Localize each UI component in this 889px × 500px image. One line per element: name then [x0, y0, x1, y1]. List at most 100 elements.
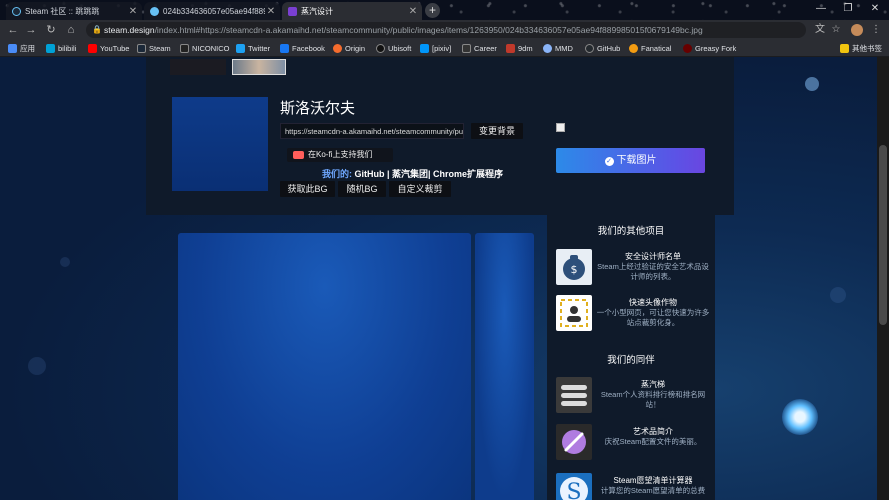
bookmark-twitter[interactable]: Twitter: [236, 42, 270, 55]
tab-title: 蒸汽设计: [301, 6, 333, 16]
reload-icon[interactable]: ↻: [44, 23, 58, 37]
ladder-icon: [556, 377, 592, 413]
wishlist-s-icon: S: [556, 473, 592, 500]
bookmark-label: 其他书签: [852, 44, 882, 53]
browser-tab-1[interactable]: Steam 社区 :: 跳跳跳 ✕: [6, 2, 142, 20]
project-name: 快速头像作物: [629, 298, 677, 307]
our-links-label: 我们的:: [322, 169, 352, 179]
close-tab-icon[interactable]: ✕: [265, 6, 277, 17]
close-tab-icon[interactable]: ✕: [407, 6, 419, 17]
profile-avatar-icon[interactable]: [851, 24, 863, 36]
random-bg-button[interactable]: 随机BG: [338, 181, 386, 197]
menu-dots-icon[interactable]: ⋮: [870, 24, 882, 36]
apps-grid-icon: [8, 44, 17, 53]
our-links-list[interactable]: GitHub | 蒸汽集团| Chrome扩展程序: [355, 169, 504, 179]
maximize-icon[interactable]: ❐: [835, 0, 861, 18]
bookmark-pixiv[interactable]: [pixiv]: [420, 42, 451, 55]
peer-steam-ladder[interactable]: 蒸汽梯 Steam个人资料排行榜和排名网站！: [556, 377, 712, 417]
bookmark-star-icon[interactable]: ☆: [830, 24, 842, 36]
niconico-icon: [180, 44, 189, 53]
bookmark-label: Greasy Fork: [695, 44, 737, 53]
facebook-icon: [280, 44, 289, 53]
steam-favicon-icon: [12, 6, 21, 16]
peer-wishlist-calculator[interactable]: S Steam愿望清单计算器 计算您的Steam愿望清单的总费: [556, 473, 712, 500]
custom-crop-button[interactable]: 自定义裁剪: [389, 181, 451, 197]
our-links: 我们的: GitHub | 蒸汽集团| Chrome扩展程序: [322, 167, 503, 180]
tab-strip: Steam 社区 :: 跳跳跳 ✕ 024b334636057e05ae94f8…: [0, 0, 889, 20]
bookmark-facebook[interactable]: Facebook: [280, 42, 325, 55]
background-bokeh: [28, 357, 46, 375]
bookmark-label: Origin: [345, 44, 366, 53]
scrollbar-thumb[interactable]: [879, 145, 887, 325]
twitter-icon: [236, 44, 245, 53]
forward-icon[interactable]: →: [24, 23, 38, 37]
peers-title: 我们的同伴: [607, 355, 655, 366]
background-thumbnail[interactable]: [170, 59, 226, 75]
browser-tab-2[interactable]: 024b334636057e05ae94f8898 ✕: [144, 2, 280, 20]
close-window-icon[interactable]: ✕: [862, 0, 888, 18]
lock-icon: 🔒: [92, 25, 102, 34]
kofi-cup-icon: [293, 151, 304, 159]
career-icon: [462, 44, 471, 53]
minimize-icon[interactable]: —: [808, 0, 834, 18]
back-icon[interactable]: ←: [6, 23, 20, 37]
project-quick-avatar-crop[interactable]: 快速头像作物 一个小型网页，可让您快速为许多站点裁剪化身。: [556, 295, 712, 335]
bookmark-label: bilibili: [58, 44, 77, 53]
bookmark-fanatical[interactable]: Fanatical: [629, 42, 671, 55]
bookmark-label: Fanatical: [641, 44, 672, 53]
background-url-input[interactable]: [280, 123, 464, 139]
download-label: 下载图片: [616, 155, 657, 166]
translate-icon[interactable]: 文: [814, 24, 826, 36]
background-preview-main: [178, 233, 471, 500]
page-scrollbar[interactable]: [877, 57, 889, 500]
folder-icon: [840, 44, 849, 53]
svg-text:$: $: [571, 263, 578, 276]
9dm-icon: [506, 44, 515, 53]
broken-image-icon: [556, 123, 565, 132]
bookmark-label: [pixiv]: [432, 44, 452, 53]
github-icon: [585, 44, 594, 53]
bookmark-9dm[interactable]: 9dm: [506, 42, 533, 55]
browser-tab-3[interactable]: 蒸汽设计 ✕: [282, 2, 422, 20]
url-path: /index.html#https://steamcdn-a.akamaihd.…: [154, 25, 703, 35]
address-bar[interactable]: 🔒 steam.design/index.html#https://steamc…: [86, 22, 806, 38]
origin-icon: [333, 44, 342, 53]
home-icon[interactable]: ⌂: [64, 23, 78, 37]
bookmark-label: Career: [474, 44, 497, 53]
bookmark-label: 应用: [20, 44, 35, 53]
bookmark-github[interactable]: GitHub: [585, 42, 620, 55]
bookmark-bilibili[interactable]: bilibili: [46, 42, 76, 55]
peer-name: Steam愿望清单计算器: [613, 476, 693, 485]
bookmark-label: 9dm: [518, 44, 533, 53]
bookmark-other[interactable]: 其他书签: [840, 42, 882, 55]
bilibili-icon: [46, 44, 55, 53]
peer-artwork-profile[interactable]: 艺术品简介 庆祝Steam配置文件的美丽。: [556, 424, 712, 464]
get-bg-button[interactable]: 获取此BG: [280, 181, 335, 197]
bookmark-steam[interactable]: Steam: [137, 42, 171, 55]
bookmark-origin[interactable]: Origin: [333, 42, 365, 55]
avatar-crop-icon: [556, 295, 592, 331]
new-tab-button[interactable]: +: [425, 3, 440, 18]
close-tab-icon[interactable]: ✕: [127, 6, 139, 17]
bookmark-career[interactable]: Career: [462, 42, 497, 55]
bookmark-youtube[interactable]: YouTube: [88, 42, 129, 55]
kofi-label: 在Ko-fi上支持我们: [308, 150, 373, 159]
download-image-button[interactable]: ✓ 下载图片: [556, 148, 705, 173]
peer-name: 艺术品简介: [633, 427, 673, 436]
bookmark-niconico[interactable]: NICONICO: [180, 42, 230, 55]
bookmark-apps[interactable]: 应用: [8, 42, 35, 55]
background-bokeh: [60, 257, 70, 267]
bookmark-label: NICONICO: [192, 44, 230, 53]
project-name: 安全设计师名单: [625, 252, 681, 261]
project-safe-designers[interactable]: $ 安全设计师名单 Steam上经过验证的安全艺术品设计师的列表。: [556, 249, 712, 289]
bookmark-ubisoft[interactable]: Ubisoft: [376, 42, 411, 55]
project-desc: 一个小型网页，可让您快速为许多站点裁剪化身。: [596, 308, 710, 327]
profile-username: 斯洛沃尔夫: [280, 100, 356, 117]
bookmark-greasyfork[interactable]: Greasy Fork: [683, 42, 736, 55]
background-thumbnail[interactable]: [232, 59, 286, 75]
kofi-support-button[interactable]: 在Ko-fi上支持我们: [287, 148, 393, 162]
money-bag-icon: $: [556, 249, 592, 285]
svg-text:S: S: [566, 480, 581, 500]
bookmark-mmd[interactable]: MMD: [543, 42, 573, 55]
change-background-button[interactable]: 变更背景: [471, 123, 523, 139]
